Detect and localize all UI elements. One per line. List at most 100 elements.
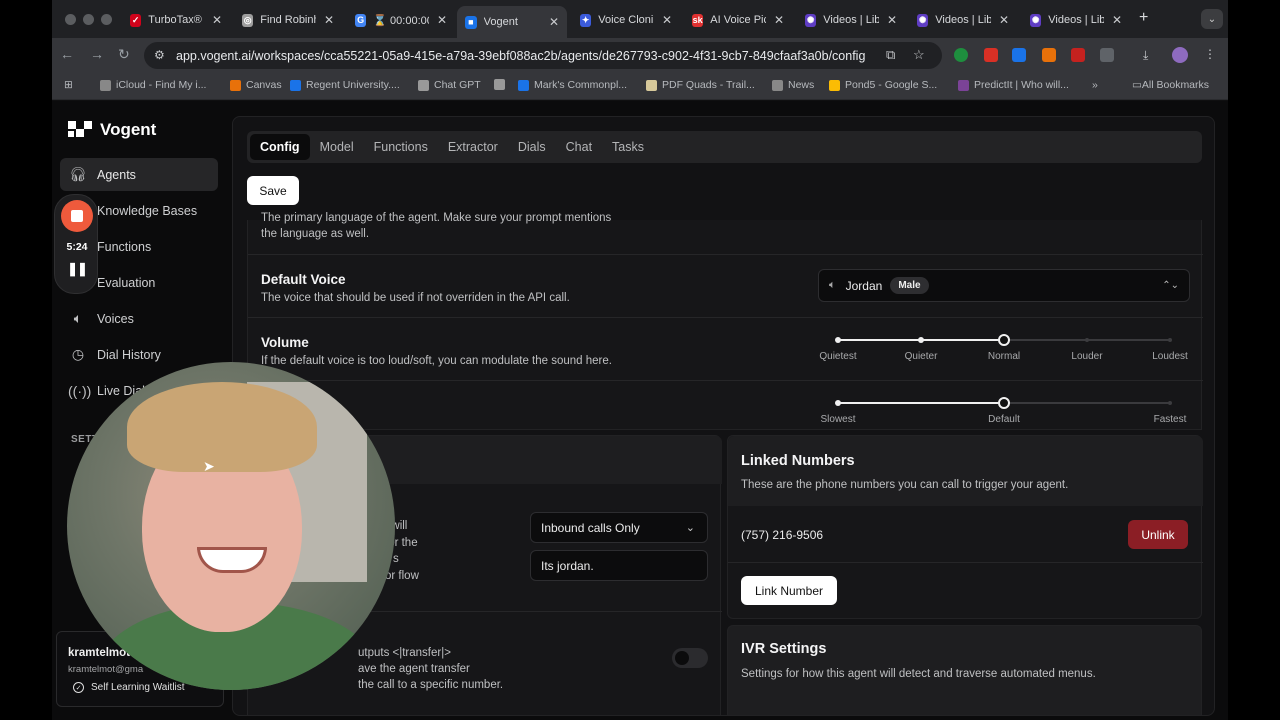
tab-close-icon[interactable]: ✕: [437, 13, 447, 27]
tab-close-icon[interactable]: ✕: [212, 13, 222, 27]
volume-step-dot[interactable]: [1085, 338, 1089, 342]
window-zoom-dot[interactable]: [101, 14, 112, 25]
extension-icon[interactable]: [1071, 48, 1085, 62]
speed-step-dot[interactable]: [835, 400, 841, 406]
tab-config[interactable]: Config: [250, 134, 310, 160]
speed-step-dot[interactable]: [1168, 401, 1172, 405]
sidebar-item-agents[interactable]: 🎧︎ Agents: [60, 158, 218, 191]
default-voice-title: Default Voice: [261, 272, 346, 287]
ivr-desc: Settings for how this agent will detect …: [741, 668, 1096, 680]
browser-tab[interactable]: ■ Vogent ✕: [457, 6, 567, 38]
chevron-down-icon: ⌄: [685, 522, 695, 534]
sidebar-item-voices[interactable]: 🔈︎ Voices: [60, 302, 218, 335]
reload-icon[interactable]: ↻: [118, 46, 130, 63]
tab-chat[interactable]: Chat: [556, 134, 602, 160]
tab-dials[interactable]: Dials: [508, 134, 556, 160]
extension-icon[interactable]: [1012, 48, 1026, 62]
tab-functions[interactable]: Functions: [364, 134, 438, 160]
inbound-desc-fragment: or flow: [385, 569, 419, 582]
extension-icon[interactable]: [984, 48, 998, 62]
bookmark-item[interactable]: Mark's Commonpl...: [518, 79, 627, 91]
config-tabs: Config Model Functions Extractor Dials Chat Ta…: [247, 131, 1202, 163]
tab-model[interactable]: Model: [310, 134, 364, 160]
window-close-dot[interactable]: [65, 14, 76, 25]
speed-slider[interactable]: Slowest Default Fastest: [820, 396, 1186, 426]
volume-step-dot[interactable]: [835, 337, 841, 343]
link-number-button[interactable]: Link Number: [741, 576, 837, 605]
transfer-toggle[interactable]: [672, 648, 708, 668]
tab-close-icon[interactable]: ✕: [999, 13, 1009, 27]
tab-close-icon[interactable]: ✕: [887, 13, 897, 27]
volume-step-dot[interactable]: [1168, 338, 1172, 342]
vogent-logo[interactable]: Vogent: [68, 120, 156, 140]
tab-close-icon[interactable]: ✕: [324, 13, 334, 27]
window-minimize-dot[interactable]: [83, 14, 94, 25]
browser-tab[interactable]: ✓ TurboTax® L ✕: [122, 7, 230, 33]
tab-tasks[interactable]: Tasks: [602, 134, 654, 160]
download-icon[interactable]: ⤓: [1143, 48, 1157, 62]
install-icon[interactable]: ⧉: [886, 47, 895, 63]
bookmark-item[interactable]: »: [1092, 79, 1098, 91]
bookmark-icon: [772, 79, 783, 91]
tab-search-button[interactable]: ⌄: [1201, 9, 1223, 29]
browser-menu-icon[interactable]: ⋮: [1204, 47, 1218, 61]
volume-tick-label: Quietest: [819, 351, 857, 362]
voice-settings-card: The primary language of the agent. Make …: [247, 212, 1203, 430]
bookmark-star-icon[interactable]: ☆: [913, 47, 925, 63]
bookmark-icon: [230, 79, 241, 91]
browser-tab[interactable]: ✦ Voice Cloni ✕: [572, 7, 680, 33]
extension-icon[interactable]: [1042, 48, 1056, 62]
bookmark-item[interactable]: Regent University....: [290, 79, 400, 91]
tab-extractor[interactable]: Extractor: [438, 134, 508, 160]
check-circle-icon: ✓: [73, 682, 84, 693]
bookmark-item[interactable]: PredictIt | Who will...: [958, 79, 1069, 91]
tab-close-icon[interactable]: ✕: [662, 13, 672, 27]
bookmark-item[interactable]: News: [772, 79, 814, 91]
pause-recording-icon[interactable]: ❚❚: [55, 261, 99, 277]
volume-slider[interactable]: Quietest Quieter Normal Louder Loudest: [819, 333, 1188, 363]
bookmark-item[interactable]: PDF Quads - Trail...: [646, 79, 755, 91]
volume-thumb[interactable]: [998, 334, 1010, 346]
browser-tab[interactable]: G ⌛ 00:00:00 ✕: [347, 7, 455, 33]
tab-close-icon[interactable]: ✕: [1112, 13, 1122, 27]
greeting-input[interactable]: Its jordan.: [530, 550, 708, 581]
bookmark-item[interactable]: Chat GPT: [418, 79, 481, 91]
volume-step-dot[interactable]: [918, 337, 924, 343]
save-button[interactable]: Save: [247, 176, 299, 205]
default-voice-select[interactable]: 🔈︎ Jordan Male ⌃⌄: [818, 269, 1190, 302]
tab-close-icon[interactable]: ✕: [774, 13, 784, 27]
bookmark-item[interactable]: ▭ All Bookmarks: [1132, 79, 1209, 91]
bookmark-item[interactable]: Pond5 - Google S...: [829, 79, 937, 91]
tab-close-icon[interactable]: ✕: [549, 15, 559, 29]
extensions-puzzle-icon[interactable]: [1100, 48, 1114, 62]
browser-tab[interactable]: ◎ Find Robinh ✕: [234, 7, 342, 33]
browser-tab[interactable]: ✺ Videos | Lib ✕: [797, 7, 905, 33]
bookmark-item[interactable]: iCloud - Find My i...: [100, 79, 206, 91]
unlink-button[interactable]: Unlink: [1128, 520, 1188, 549]
call-direction-select[interactable]: Inbound calls Only ⌄: [530, 512, 708, 543]
chevron-updown-icon: ⌃⌄: [1162, 280, 1179, 291]
bookmark-item[interactable]: Canvas: [230, 79, 282, 91]
profile-avatar[interactable]: [1172, 47, 1188, 63]
site-info-icon[interactable]: ⚙: [154, 48, 165, 62]
back-icon[interactable]: ←: [60, 46, 74, 62]
address-bar[interactable]: ⚙ app.vogent.ai/workspaces/cca55221-05a9…: [144, 42, 942, 69]
folder-icon: ▭: [1132, 79, 1142, 91]
bookmark-label: PDF Quads - Trail...: [662, 79, 755, 91]
browser-tab[interactable]: ✺ Videos | Lib ✕: [909, 7, 1017, 33]
grammarly-icon[interactable]: [954, 48, 968, 62]
apps-grid-icon[interactable]: ⊞: [64, 79, 73, 91]
webcam-overlay: [67, 362, 395, 690]
bookmark-label: News: [788, 79, 815, 91]
browser-tab[interactable]: sk AI Voice Pic ✕: [684, 7, 792, 33]
linked-numbers-title: Linked Numbers: [741, 453, 855, 469]
browser-tab[interactable]: ✺ Videos | Lib ✕: [1022, 7, 1130, 33]
forward-icon[interactable]: →: [90, 46, 104, 62]
speed-thumb[interactable]: [998, 397, 1010, 409]
sidebar-item-label: Agents: [97, 167, 136, 182]
browser-toolbar: ← → ↻ ⚙ app.vogent.ai/workspaces/cca5522…: [52, 38, 1228, 72]
bookmark-item[interactable]: [494, 79, 510, 90]
volume-tick-label: Normal: [987, 351, 1021, 362]
new-tab-button[interactable]: +: [1139, 9, 1148, 27]
stop-recording-button[interactable]: [61, 200, 93, 232]
